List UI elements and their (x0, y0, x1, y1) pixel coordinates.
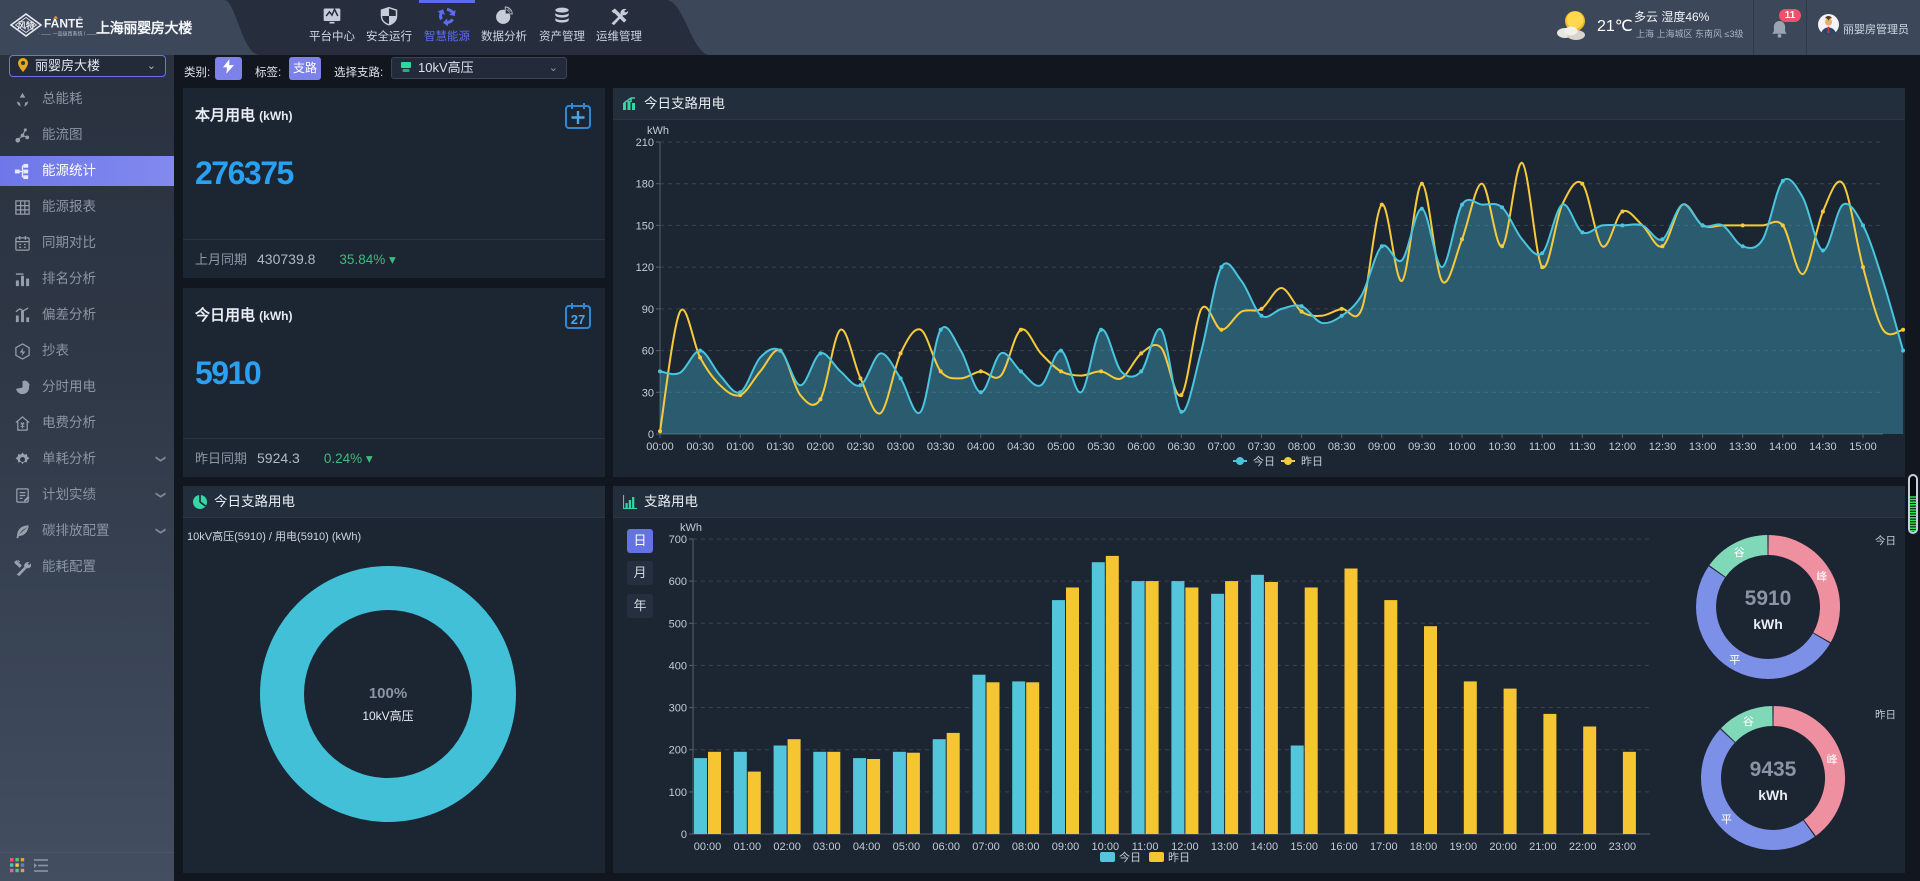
svg-text:06:00: 06:00 (1127, 441, 1155, 453)
svg-text:10:00: 10:00 (1448, 441, 1476, 453)
svg-text:13:30: 13:30 (1729, 441, 1757, 453)
svg-text:昨日: 昨日 (1301, 455, 1323, 468)
svg-text:180: 180 (636, 179, 654, 191)
svg-text:03:00: 03:00 (813, 841, 841, 853)
svg-text:500: 500 (669, 618, 687, 630)
svg-text:平: 平 (1721, 814, 1732, 826)
svg-text:12:30: 12:30 (1649, 441, 1677, 453)
svg-text:kWh: kWh (1753, 616, 1783, 632)
svg-text:03:00: 03:00 (887, 441, 915, 453)
svg-text:02:00: 02:00 (807, 441, 835, 453)
svg-text:5910: 5910 (1745, 587, 1792, 610)
svg-text:平: 平 (1729, 654, 1740, 666)
svg-text:200: 200 (669, 745, 687, 757)
svg-text:05:00: 05:00 (893, 841, 921, 853)
svg-text:14:30: 14:30 (1809, 441, 1837, 453)
svg-text:100%: 100% (369, 685, 407, 702)
svg-text:峰: 峰 (1827, 753, 1838, 766)
svg-text:· —— 一品级西系统 / ——: · —— 一品级西系统 / —— (38, 31, 97, 38)
svg-text:00:00: 00:00 (646, 441, 674, 453)
svg-text:12:00: 12:00 (1609, 441, 1637, 453)
svg-text:09:00: 09:00 (1368, 441, 1396, 453)
svg-text:01:00: 01:00 (726, 441, 754, 453)
svg-text:01:00: 01:00 (734, 841, 762, 853)
svg-text:11:00: 11:00 (1529, 441, 1556, 453)
svg-text:昨日: 昨日 (1168, 851, 1190, 864)
svg-text:08:30: 08:30 (1328, 441, 1356, 453)
svg-text:今日: 今日 (1119, 850, 1141, 864)
svg-text:19:00: 19:00 (1450, 841, 1478, 853)
svg-text:00:00: 00:00 (694, 841, 722, 853)
svg-text:kWh: kWh (647, 125, 669, 137)
svg-text:05:30: 05:30 (1087, 441, 1115, 453)
svg-text:20:00: 20:00 (1489, 841, 1517, 853)
svg-text:02:30: 02:30 (847, 441, 875, 453)
svg-text:14:00: 14:00 (1251, 841, 1279, 853)
svg-text:30: 30 (642, 387, 654, 399)
svg-text:今日: 今日 (1253, 454, 1275, 468)
svg-text:®: ® (78, 16, 82, 23)
svg-text:10:00: 10:00 (1092, 841, 1120, 853)
svg-text:04:00: 04:00 (853, 841, 881, 853)
svg-text:150: 150 (636, 220, 654, 232)
svg-text:03:30: 03:30 (927, 441, 955, 453)
svg-text:27: 27 (571, 312, 585, 327)
svg-text:谷: 谷 (1734, 546, 1745, 559)
svg-text:9435: 9435 (1750, 758, 1797, 781)
svg-text:00:30: 00:30 (686, 441, 714, 453)
svg-text:今日: 今日 (1875, 534, 1896, 547)
svg-text:11:30: 11:30 (1569, 441, 1596, 453)
svg-text:谷: 谷 (1743, 715, 1754, 728)
svg-text:07:30: 07:30 (1248, 441, 1276, 453)
svg-text:0: 0 (648, 429, 654, 441)
svg-text:07:00: 07:00 (972, 841, 1000, 853)
svg-text:600: 600 (669, 576, 687, 588)
svg-text:15:00: 15:00 (1849, 441, 1877, 453)
svg-text:09:30: 09:30 (1408, 441, 1436, 453)
svg-text:13:00: 13:00 (1211, 841, 1239, 853)
svg-text:07:00: 07:00 (1208, 441, 1236, 453)
svg-text:60: 60 (642, 346, 654, 358)
svg-text:09:00: 09:00 (1052, 841, 1080, 853)
svg-text:08:00: 08:00 (1288, 441, 1316, 453)
svg-text:06:00: 06:00 (932, 841, 960, 853)
svg-text:昨日: 昨日 (1875, 709, 1896, 721)
svg-text:90: 90 (642, 304, 654, 316)
svg-text:700: 700 (669, 534, 687, 546)
svg-text:kWh: kWh (680, 522, 702, 534)
svg-text:23:00: 23:00 (1609, 841, 1637, 853)
svg-text:02:00: 02:00 (773, 841, 801, 853)
svg-text:120: 120 (636, 262, 654, 274)
svg-text:kWh: kWh (1758, 787, 1788, 803)
svg-text:300: 300 (669, 703, 687, 715)
svg-text:08:00: 08:00 (1012, 841, 1040, 853)
svg-text:05:00: 05:00 (1047, 441, 1075, 453)
svg-text:10:30: 10:30 (1488, 441, 1516, 453)
svg-text:峰: 峰 (1816, 570, 1827, 583)
svg-text:04:30: 04:30 (1007, 441, 1035, 453)
svg-text:14:00: 14:00 (1769, 441, 1797, 453)
svg-text:400: 400 (669, 660, 687, 672)
svg-text:21:00: 21:00 (1529, 841, 1557, 853)
svg-text:22:00: 22:00 (1569, 841, 1597, 853)
svg-text:10kV高压: 10kV高压 (362, 708, 413, 723)
svg-text:13:00: 13:00 (1689, 441, 1717, 453)
svg-text:06:30: 06:30 (1168, 441, 1196, 453)
svg-text:04:00: 04:00 (967, 441, 995, 453)
svg-text:01:30: 01:30 (767, 441, 795, 453)
svg-text:100: 100 (669, 787, 687, 799)
svg-text:18:00: 18:00 (1410, 841, 1438, 853)
svg-text:风特: 风特 (17, 21, 35, 31)
svg-text:16:00: 16:00 (1330, 841, 1358, 853)
svg-text:15:00: 15:00 (1290, 841, 1318, 853)
svg-text:210: 210 (636, 137, 654, 149)
svg-text:17:00: 17:00 (1370, 841, 1398, 853)
svg-text:0: 0 (681, 829, 687, 841)
